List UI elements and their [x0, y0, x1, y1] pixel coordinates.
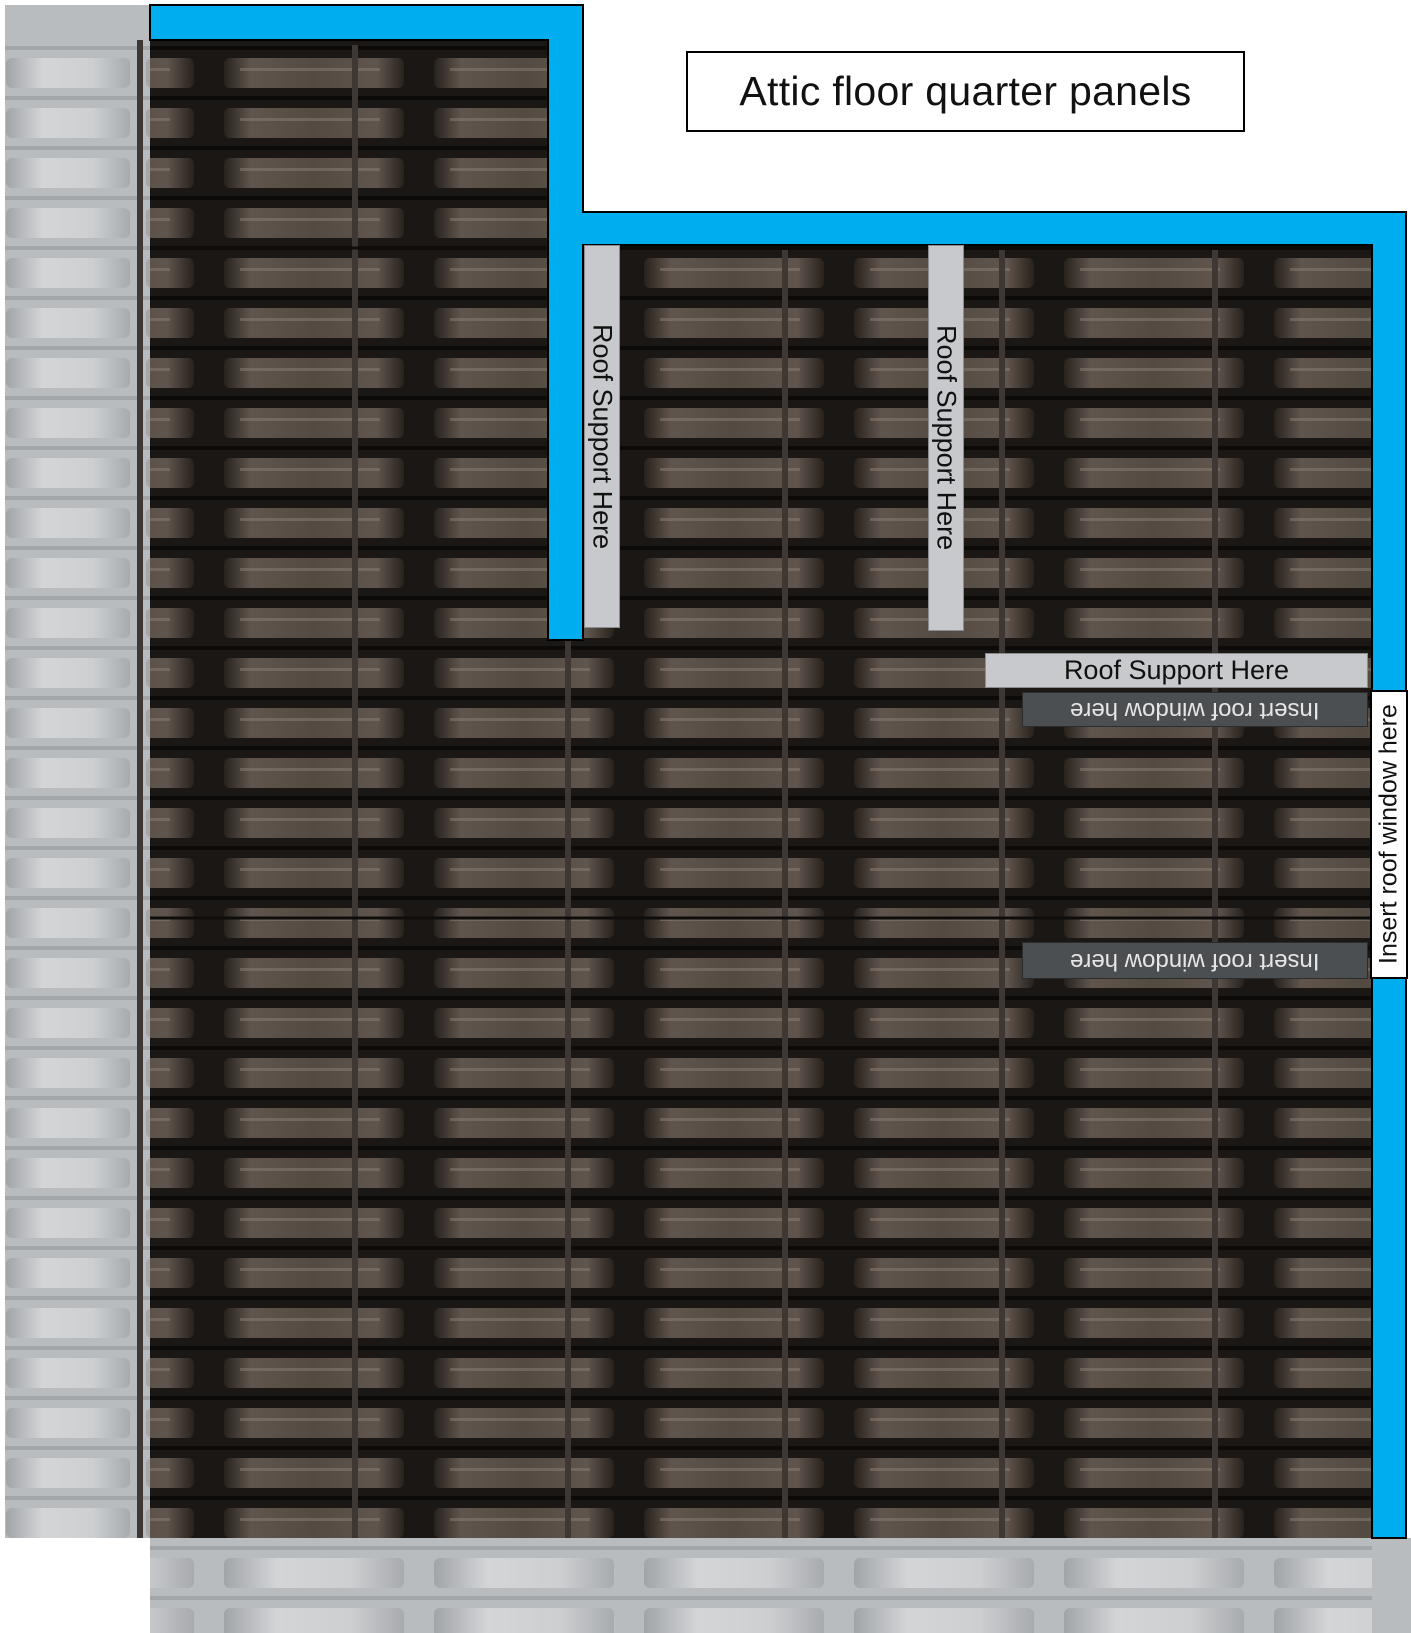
attic-floor-plan	[5, 4, 1411, 1633]
ghost-panel-bottom-right	[1372, 1538, 1411, 1633]
insert-window-text-1: Insert roof window here	[1070, 696, 1320, 724]
ghost-panel-bottom	[150, 1538, 1410, 1633]
roof-support-label-2: Roof Support Here	[928, 245, 964, 631]
roof-support-label-3: Roof Support Here	[985, 653, 1368, 688]
diagram-title: Attic floor quarter panels	[686, 51, 1245, 132]
ghost-panel-left	[5, 38, 150, 1538]
insert-window-label-upside-1: Insert roof window here	[1022, 692, 1368, 727]
floor-boards	[150, 40, 1372, 1538]
insert-window-text-2: Insert roof window here	[1070, 947, 1320, 975]
insert-window-label-vertical: Insert roof window here	[1370, 690, 1408, 979]
roof-support-label-1: Roof Support Here	[584, 245, 620, 628]
ghost-panel-top-strip	[5, 5, 150, 40]
insert-window-label-upside-2: Insert roof window here	[1022, 942, 1368, 979]
